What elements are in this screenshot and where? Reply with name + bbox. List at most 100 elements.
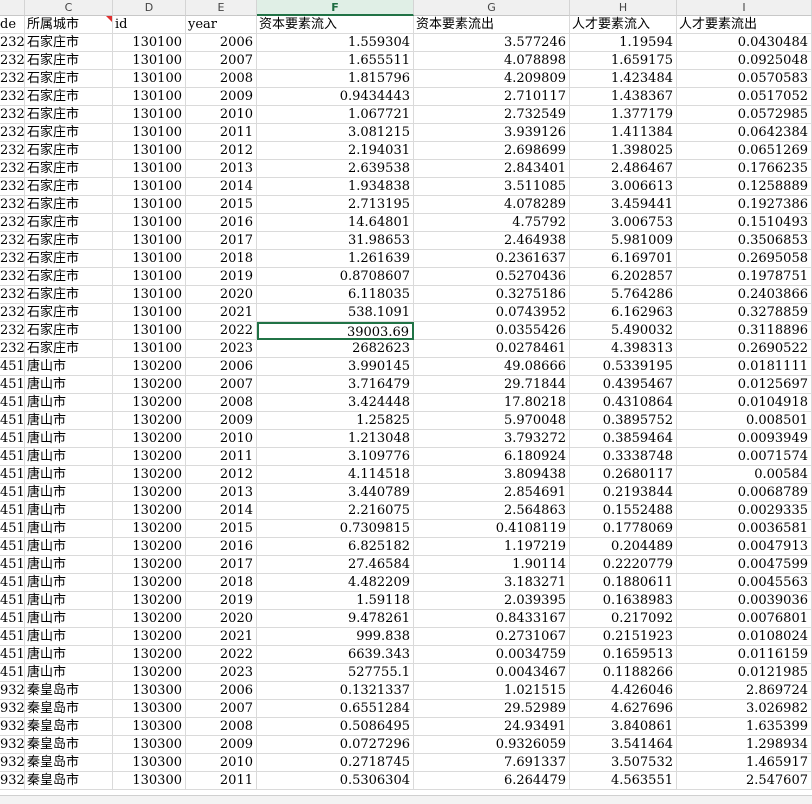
table-cell[interactable]: 1.815796	[257, 70, 414, 88]
table-cell[interactable]: 3.990145	[257, 358, 414, 376]
table-cell[interactable]: 130100	[113, 268, 186, 286]
table-cell[interactable]: 130100	[113, 340, 186, 358]
table-cell[interactable]: 2008	[186, 394, 257, 412]
table-cell[interactable]: 石家庄市	[25, 160, 113, 178]
column-header-c[interactable]: C	[25, 0, 113, 16]
table-cell[interactable]: 0.0121985	[677, 664, 812, 682]
table-cell[interactable]: 0.0039036	[677, 592, 812, 610]
table-cell[interactable]: 0.0034759	[414, 646, 570, 664]
table-cell[interactable]: 1.261639	[257, 250, 414, 268]
table-cell[interactable]: 932	[0, 772, 25, 790]
table-cell[interactable]: 4.209809	[414, 70, 570, 88]
table-cell[interactable]: 130200	[113, 520, 186, 538]
table-cell[interactable]: 0.1778069	[570, 520, 677, 538]
column-header-d[interactable]: D	[113, 0, 186, 16]
table-cell[interactable]: 0.9326059	[414, 736, 570, 754]
table-cell[interactable]: 秦皇岛市	[25, 772, 113, 790]
table-cell[interactable]: 527755.1	[257, 664, 414, 682]
table-cell[interactable]: 0.2718745	[257, 754, 414, 772]
spreadsheet-grid[interactable]: C D E F G H Ide 所属城市 id year 资本要素流入 资本要素流出 人才要素流入 人才要…	[0, 0, 812, 795]
table-cell[interactable]: 0.9434443	[257, 88, 414, 106]
table-cell[interactable]: 232	[0, 178, 25, 196]
table-cell[interactable]: 0.0029335	[677, 502, 812, 520]
table-cell[interactable]: 0.0125697	[677, 376, 812, 394]
table-cell[interactable]: 0.0104918	[677, 394, 812, 412]
table-cell[interactable]: 130100	[113, 34, 186, 52]
table-cell[interactable]: 2007	[186, 700, 257, 718]
table-cell[interactable]: 0.7309815	[257, 520, 414, 538]
table-cell[interactable]: 3.183271	[414, 574, 570, 592]
table-cell[interactable]: 2.639538	[257, 160, 414, 178]
header-cell[interactable]: 人才要素流出	[677, 16, 812, 34]
table-cell[interactable]: 3.793272	[414, 430, 570, 448]
table-cell[interactable]: 0.8433167	[414, 610, 570, 628]
table-cell[interactable]: 3.840861	[570, 718, 677, 736]
table-cell[interactable]: 0.3278859	[677, 304, 812, 322]
table-cell[interactable]: 232	[0, 70, 25, 88]
header-cell[interactable]: 资本要素流出	[414, 16, 570, 34]
table-cell[interactable]: 2.710117	[414, 88, 570, 106]
table-cell[interactable]: 秦皇岛市	[25, 682, 113, 700]
table-cell[interactable]: 232	[0, 268, 25, 286]
header-cell[interactable]: de	[0, 16, 25, 34]
table-cell[interactable]: 0.0925048	[677, 52, 812, 70]
table-cell[interactable]: 0.1321337	[257, 682, 414, 700]
table-cell[interactable]: 2.713195	[257, 196, 414, 214]
table-cell[interactable]: 0.1188266	[570, 664, 677, 682]
table-cell[interactable]: 秦皇岛市	[25, 718, 113, 736]
table-cell[interactable]: 石家庄市	[25, 88, 113, 106]
table-cell[interactable]: 451	[0, 502, 25, 520]
table-cell[interactable]: 130100	[113, 232, 186, 250]
table-cell[interactable]: 451	[0, 358, 25, 376]
table-cell[interactable]: 2008	[186, 70, 257, 88]
table-cell[interactable]: 3.809438	[414, 466, 570, 484]
table-cell[interactable]: 0.0047913	[677, 538, 812, 556]
column-header-i[interactable]: I	[677, 0, 812, 16]
table-cell[interactable]: 石家庄市	[25, 232, 113, 250]
table-cell[interactable]: 2012	[186, 142, 257, 160]
table-cell[interactable]: 0.0108024	[677, 628, 812, 646]
table-cell[interactable]: 130200	[113, 448, 186, 466]
table-cell[interactable]: 2010	[186, 754, 257, 772]
table-cell[interactable]: 130200	[113, 592, 186, 610]
table-cell[interactable]: 2.698699	[414, 142, 570, 160]
table-cell[interactable]: 1.934838	[257, 178, 414, 196]
table-cell[interactable]: 2.732549	[414, 106, 570, 124]
table-cell[interactable]: 0.0727296	[257, 736, 414, 754]
table-cell[interactable]: 932	[0, 700, 25, 718]
table-cell[interactable]: 451	[0, 664, 25, 682]
table-cell[interactable]: 2013	[186, 484, 257, 502]
table-cell[interactable]: 0.2695058	[677, 250, 812, 268]
table-cell[interactable]: 0.3895752	[570, 412, 677, 430]
table-cell[interactable]: 2022	[186, 646, 257, 664]
table-cell[interactable]: 石家庄市	[25, 106, 113, 124]
table-cell[interactable]: 17.80218	[414, 394, 570, 412]
table-cell[interactable]: 0.0642384	[677, 124, 812, 142]
table-cell[interactable]: 0.4310864	[570, 394, 677, 412]
table-cell[interactable]: 2.843401	[414, 160, 570, 178]
table-cell[interactable]: 5.490032	[570, 322, 677, 340]
table-cell[interactable]: 3.541464	[570, 736, 677, 754]
table-cell[interactable]: 49.08666	[414, 358, 570, 376]
table-cell[interactable]: 0.2361637	[414, 250, 570, 268]
column-header-f[interactable]: F	[257, 0, 414, 16]
table-cell[interactable]: 唐山市	[25, 394, 113, 412]
table-cell[interactable]: 451	[0, 610, 25, 628]
table-cell[interactable]: 130200	[113, 610, 186, 628]
table-cell[interactable]: 2.039395	[414, 592, 570, 610]
table-cell[interactable]: 130100	[113, 88, 186, 106]
table-cell[interactable]: 1.423484	[570, 70, 677, 88]
table-cell[interactable]: 4.078898	[414, 52, 570, 70]
table-cell[interactable]: 3.026982	[677, 700, 812, 718]
table-cell[interactable]: 0.0572985	[677, 106, 812, 124]
column-header-g[interactable]: G	[414, 0, 570, 16]
table-cell[interactable]: 451	[0, 628, 25, 646]
table-cell[interactable]: 0.0047599	[677, 556, 812, 574]
table-cell[interactable]: 石家庄市	[25, 340, 113, 358]
table-cell[interactable]: 0.1766235	[677, 160, 812, 178]
table-cell[interactable]: 0.3275186	[414, 286, 570, 304]
table-cell[interactable]: 232	[0, 322, 25, 340]
table-cell[interactable]: 2006	[186, 34, 257, 52]
table-cell[interactable]: 130200	[113, 412, 186, 430]
table-cell[interactable]: 0.0517052	[677, 88, 812, 106]
